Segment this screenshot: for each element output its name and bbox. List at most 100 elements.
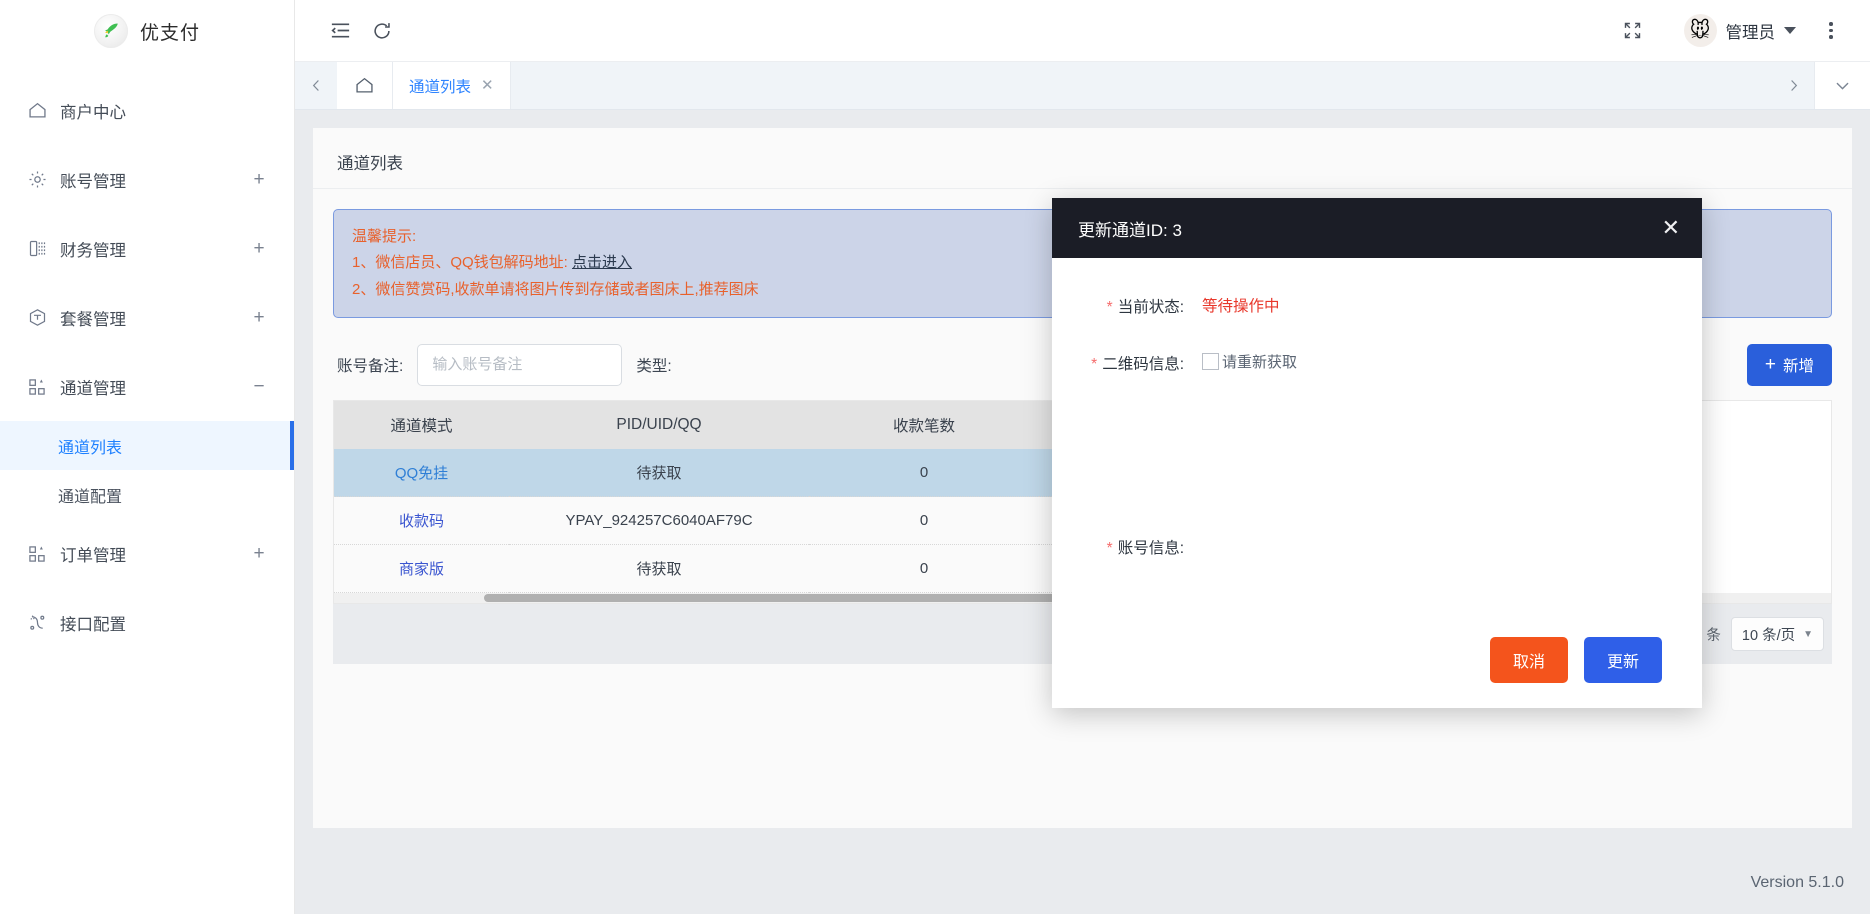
qrcode-value-wrap: 请重新获取: [1184, 351, 1662, 375]
sidebar-item-channel-config[interactable]: 通道配置: [0, 470, 294, 519]
mode-link[interactable]: 收款码: [399, 513, 444, 530]
page-size-select[interactable]: 10 条/页 ▼: [1730, 617, 1824, 652]
cell-pid: YPAY_924257C6040AF79C: [509, 496, 809, 546]
sidebar-item-account-management[interactable]: 账号管理 +: [0, 145, 294, 214]
cell-count: 0: [809, 448, 1039, 498]
grid-icon: [22, 377, 52, 397]
app-root: 优支付 商户中心 账号管理 + 财务管理 + 套餐管理 + 通道管理 − 通道列…: [0, 0, 1870, 914]
form-row-qrcode: * 二维码信息: 请重新获取: [1064, 351, 1662, 375]
modal-title: 更新通道ID: 3: [1078, 220, 1182, 240]
form-row-account: * 账号信息:: [1064, 535, 1662, 558]
sidebar-item-channel-management[interactable]: 通道管理 −: [0, 352, 294, 421]
sidebar-toggle[interactable]: +: [252, 544, 266, 563]
sidebar-item-label: 订单管理: [60, 546, 126, 565]
required-asterisk: *: [1106, 540, 1113, 557]
avatar: 🐭: [1683, 14, 1717, 47]
column-header-pid[interactable]: PID/UID/QQ: [509, 400, 809, 449]
form-row-status: * 当前状态: 等待操作中: [1064, 294, 1662, 317]
tips-enter-link[interactable]: 点击进入: [572, 254, 632, 271]
sidebar-item-merchant-center[interactable]: 商户中心: [0, 76, 294, 145]
page-size-label: 10 条/页: [1741, 627, 1796, 644]
account-label: * 账号信息:: [1064, 535, 1184, 558]
box-icon: [22, 307, 52, 328]
qrcode-image[interactable]: 请重新获取: [1202, 351, 1297, 372]
remark-filter-input[interactable]: [417, 343, 623, 386]
cell-pid: 待获取: [509, 544, 809, 594]
refresh-icon[interactable]: [361, 10, 403, 52]
tab-channel-list[interactable]: 通道列表 ✕: [393, 62, 511, 109]
sidebar-nav: 商户中心 账号管理 + 财务管理 + 套餐管理 + 通道管理 − 通道列表 通道…: [0, 62, 294, 657]
add-button[interactable]: + 新增: [1746, 343, 1832, 386]
qrcode-alt-text: 请重新获取: [1222, 354, 1298, 371]
topbar: 🐭 管理员: [295, 0, 1870, 62]
sidebar-toggle[interactable]: +: [252, 239, 266, 258]
sidebar-toggle[interactable]: +: [252, 170, 266, 189]
account-label-text: 账号信息:: [1117, 540, 1184, 557]
status-label-text: 当前状态:: [1117, 299, 1184, 316]
update-button[interactable]: 更新: [1584, 637, 1662, 683]
sidebar-item-finance-management[interactable]: 财务管理 +: [0, 214, 294, 283]
brand[interactable]: 优支付: [0, 0, 294, 62]
tabs-bar: 通道列表 ✕: [295, 62, 1870, 110]
mode-link[interactable]: 商家版: [399, 561, 444, 578]
chevron-left-icon[interactable]: [295, 62, 337, 109]
sidebar-toggle[interactable]: +: [252, 308, 266, 327]
tab-home[interactable]: [337, 62, 393, 109]
sidebar-item-label: 通道管理: [60, 379, 126, 398]
version-label: Version 5.1.0: [1750, 874, 1844, 891]
sidebar: 优支付 商户中心 账号管理 + 财务管理 + 套餐管理 + 通道管理 − 通道列…: [0, 0, 295, 914]
sidebar-toggle[interactable]: −: [252, 377, 266, 396]
page-title: 通道列表: [313, 128, 1852, 189]
sidebar-item-label: 账号管理: [60, 172, 126, 191]
tabs-dropdown-icon[interactable]: [1814, 62, 1870, 109]
chevron-right-icon[interactable]: [1772, 62, 1814, 109]
api-icon: [22, 612, 52, 633]
update-channel-modal: 更新通道ID: 3 ✕ * 当前状态: 等待操作中 * 二维码信息: 请重新获取…: [1052, 198, 1702, 708]
qrcode-label: * 二维码信息:: [1064, 351, 1184, 374]
cell-mode: 商家版: [334, 544, 509, 594]
mode-link[interactable]: QQ免挂: [395, 465, 448, 482]
column-header-count[interactable]: 收款笔数: [809, 400, 1039, 449]
user-menu[interactable]: 🐭 管理员: [1683, 14, 1796, 47]
sidebar-item-label: 接口配置: [60, 615, 126, 634]
cell-count: 0: [809, 544, 1039, 594]
sidebar-item-channel-list[interactable]: 通道列表: [0, 421, 294, 470]
fullscreen-icon[interactable]: [1612, 10, 1654, 52]
sidebar-item-api-config[interactable]: 接口配置: [0, 588, 294, 657]
user-name: 管理员: [1725, 23, 1776, 42]
grid-icon: [22, 544, 52, 564]
cell-mode: 收款码: [334, 496, 509, 546]
plus-icon: +: [1764, 354, 1776, 376]
status-label: * 当前状态:: [1064, 294, 1184, 317]
broken-image-icon: [1202, 353, 1219, 370]
sidebar-item-label: 套餐管理: [60, 310, 126, 329]
close-icon[interactable]: ✕: [481, 78, 494, 93]
home-icon: [22, 100, 52, 121]
tips-line-1-prefix: 1、微信店员、QQ钱包解码地址:: [352, 254, 568, 272]
sidebar-subitem-label: 通道列表: [58, 439, 123, 457]
close-icon[interactable]: ✕: [1662, 217, 1680, 239]
cancel-button[interactable]: 取消: [1490, 637, 1568, 683]
modal-header: 更新通道ID: 3 ✕: [1052, 198, 1702, 258]
qrcode-label-text: 二维码信息:: [1102, 356, 1184, 373]
brand-title: 优支付: [139, 22, 200, 44]
wallet-icon: [22, 238, 52, 259]
sidebar-item-package-management[interactable]: 套餐管理 +: [0, 283, 294, 352]
chevron-down-icon: ▼: [1803, 628, 1813, 640]
collapse-menu-icon[interactable]: [319, 10, 361, 52]
sidebar-subitem-label: 通道配置: [58, 488, 123, 506]
required-asterisk: *: [1091, 356, 1098, 373]
remark-filter-label: 账号备注:: [337, 357, 404, 375]
more-vertical-icon[interactable]: [1810, 10, 1852, 52]
required-asterisk: *: [1106, 299, 1113, 316]
column-header-mode[interactable]: 通道模式: [334, 400, 509, 449]
main-area: 🐭 管理员 通道列表 ✕ 通道列表 温馨提示: 1、微信店员、QQ钱包解码地址:…: [295, 0, 1870, 914]
modal-body: * 当前状态: 等待操作中 * 二维码信息: 请重新获取 * 账号信息:: [1052, 258, 1702, 626]
gear-icon: [22, 169, 52, 190]
sidebar-item-order-management[interactable]: 订单管理 +: [0, 519, 294, 588]
add-button-label: 新增: [1782, 357, 1814, 375]
scrollbar-thumb[interactable]: [484, 594, 1104, 603]
cell-pid: 待获取: [509, 448, 809, 498]
cell-mode: QQ免挂: [334, 448, 509, 498]
cell-count: 0: [809, 496, 1039, 546]
